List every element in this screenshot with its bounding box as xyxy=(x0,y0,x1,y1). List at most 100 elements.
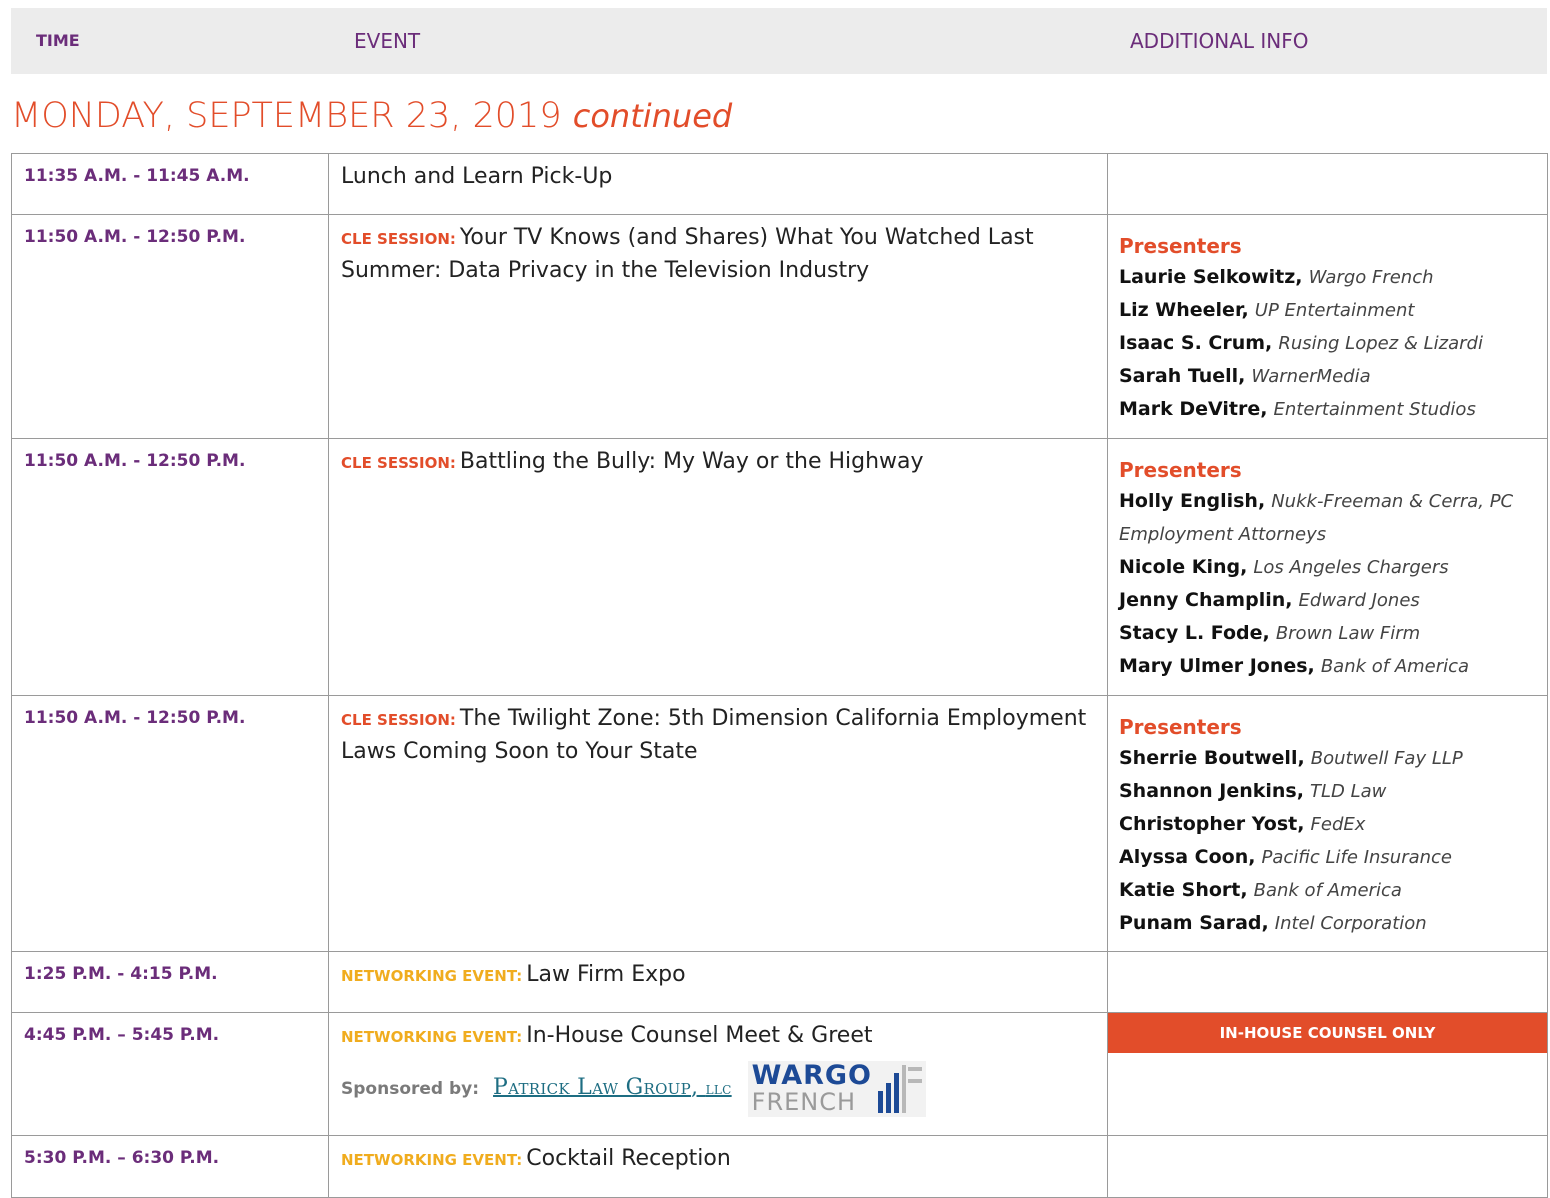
presenters-heading: Presenters xyxy=(1119,234,1242,258)
presenter-name: Nicole King, xyxy=(1119,556,1248,578)
day-continued: continued xyxy=(572,97,733,135)
header-time: TIME xyxy=(36,31,80,50)
presenter-org: Los Angeles Chargers xyxy=(1253,557,1449,578)
presenter-name: Mary Ulmer Jones, xyxy=(1119,655,1315,677)
info-cell xyxy=(1107,1135,1548,1198)
presenter-name: Jenny Champlin, xyxy=(1119,589,1293,611)
event-title: Lunch and Learn Pick-Up xyxy=(341,164,613,189)
time-cell: 1:25 P.M. - 4:15 P.M. xyxy=(11,951,329,1013)
cle-session-tag: CLE SESSION: xyxy=(341,711,456,729)
presenter: Jenny Champlin, Edward Jones xyxy=(1119,584,1535,617)
presenter-name: Katie Short, xyxy=(1119,879,1248,901)
event-title: Cocktail Reception xyxy=(526,1146,731,1171)
presenter-name: Holly English, xyxy=(1119,490,1266,512)
event-cell: NETWORKING EVENT: Cocktail Reception xyxy=(328,1135,1108,1198)
time-cell: 11:50 A.M. - 12:50 P.M. xyxy=(11,695,329,952)
presenter: Sarah Tuell, WarnerMedia xyxy=(1119,360,1535,393)
presenter-org: Intel Corporation xyxy=(1274,913,1427,934)
table-header-bar xyxy=(11,8,1547,74)
networking-event-tag: NETWORKING EVENT: xyxy=(341,1151,523,1169)
time-cell: 11:50 A.M. - 12:50 P.M. xyxy=(11,214,329,439)
time-cell: 5:30 P.M. – 6:30 P.M. xyxy=(11,1135,329,1198)
time-cell: 11:35 A.M. - 11:45 A.M. xyxy=(11,153,329,215)
table-row: 11:50 A.M. - 12:50 P.M. CLE SESSION: Your… xyxy=(11,214,1548,439)
in-house-counsel-only-badge: IN-HOUSE COUNSEL ONLY xyxy=(1107,1013,1548,1053)
presenter-org: Wargo French xyxy=(1308,267,1434,288)
presenter: Mary Ulmer Jones, Bank of America xyxy=(1119,650,1535,683)
patrick-law-group-logo: Patrick Law Group, LLC xyxy=(493,1075,732,1100)
networking-event-tag: NETWORKING EVENT: xyxy=(341,1028,523,1046)
presenter: Punam Sarad, Intel Corporation xyxy=(1119,907,1535,940)
schedule-table: 11:35 A.M. - 11:45 A.M. Lunch and Learn … xyxy=(11,153,1548,1198)
info-cell: Presenters Holly English, Nukk-Freeman &… xyxy=(1107,438,1548,696)
header-event: EVENT xyxy=(354,29,421,53)
presenter: Shannon Jenkins, TLD Law xyxy=(1119,775,1535,808)
presenter: Liz Wheeler, UP Entertainment xyxy=(1119,294,1535,327)
presenter-name: Alyssa Coon, xyxy=(1119,846,1256,868)
presenter-name: Sarah Tuell, xyxy=(1119,365,1246,387)
table-row: 11:50 A.M. - 12:50 P.M. CLE SESSION: The … xyxy=(11,695,1548,952)
presenter: Stacy L. Fode, Brown Law Firm xyxy=(1119,617,1535,650)
presenter-org: Rusing Lopez & Lizardi xyxy=(1278,333,1483,354)
presenter-name: Shannon Jenkins, xyxy=(1119,780,1304,802)
event-title: Battling the Bully: My Way or the Highwa… xyxy=(459,449,924,474)
presenter: Mark DeVitre, Entertainment Studios xyxy=(1119,393,1535,426)
presenters-heading: Presenters xyxy=(1119,458,1242,482)
event-cell: Lunch and Learn Pick-Up xyxy=(328,153,1108,215)
event-cell: NETWORKING EVENT: In-House Counsel Meet &… xyxy=(328,1012,1108,1136)
event-title: In-House Counsel Meet & Greet xyxy=(526,1023,873,1048)
presenter-org: Pacific Life Insurance xyxy=(1261,847,1453,868)
time-cell: 11:50 A.M. - 12:50 P.M. xyxy=(11,438,329,696)
presenter: Alyssa Coon, Pacific Life Insurance xyxy=(1119,841,1535,874)
table-row: 5:30 P.M. – 6:30 P.M. NETWORKING EVENT: C… xyxy=(11,1135,1548,1198)
info-cell xyxy=(1107,153,1548,215)
presenter-org: Edward Jones xyxy=(1298,590,1420,611)
presenter-name: Sherrie Boutwell, xyxy=(1119,747,1305,769)
presenter-org: TLD Law xyxy=(1310,781,1387,802)
wargo-french-logo: WARGO FRENCH xyxy=(747,1061,927,1117)
presenter-org: WarnerMedia xyxy=(1251,366,1371,387)
info-cell: Presenters Sherrie Boutwell, Boutwell Fa… xyxy=(1107,695,1548,952)
info-cell: IN-HOUSE COUNSEL ONLY xyxy=(1107,1012,1548,1136)
sponsored-by-label: Sponsored by: xyxy=(341,1079,480,1099)
table-row: 11:35 A.M. - 11:45 A.M. Lunch and Learn … xyxy=(11,153,1548,215)
presenter-name: Isaac S. Crum, xyxy=(1119,332,1273,354)
table-row: 4:45 P.M. – 5:45 P.M. NETWORKING EVENT: I… xyxy=(11,1012,1548,1136)
presenter: Holly English, Nukk-Freeman & Cerra, PC … xyxy=(1119,485,1535,551)
wargo-bars-icon xyxy=(878,1065,923,1113)
presenter-org: UP Entertainment xyxy=(1254,300,1415,321)
cle-session-tag: CLE SESSION: xyxy=(341,230,456,248)
presenter-org: Entertainment Studios xyxy=(1273,399,1476,420)
presenter: Isaac S. Crum, Rusing Lopez & Lizardi xyxy=(1119,327,1535,360)
presenter-name: Christopher Yost, xyxy=(1119,813,1305,835)
presenters-heading: Presenters xyxy=(1119,715,1242,739)
presenter-org: Bank of America xyxy=(1253,880,1402,901)
presenter-org: FedEx xyxy=(1310,814,1366,835)
presenter-name: Mark DeVitre, xyxy=(1119,398,1268,420)
event-cell: NETWORKING EVENT: Law Firm Expo xyxy=(328,951,1108,1013)
presenter-name: Stacy L. Fode, xyxy=(1119,622,1270,644)
presenter: Laurie Selkowitz, Wargo French xyxy=(1119,261,1535,294)
presenter-name: Punam Sarad, xyxy=(1119,912,1269,934)
time-cell: 4:45 P.M. – 5:45 P.M. xyxy=(11,1012,329,1136)
networking-event-tag: NETWORKING EVENT: xyxy=(341,967,523,985)
presenter-org: Brown Law Firm xyxy=(1275,623,1421,644)
presenter-name: Laurie Selkowitz, xyxy=(1119,266,1303,288)
day-title: MONDAY, SEPTEMBER 23, 2019 xyxy=(11,96,562,136)
cle-session-tag: CLE SESSION: xyxy=(341,454,456,472)
event-cell: CLE SESSION: The Twilight Zone: 5th Dimen… xyxy=(328,695,1108,952)
presenter-name: Liz Wheeler, xyxy=(1119,299,1249,321)
info-cell: Presenters Laurie Selkowitz, Wargo Frenc… xyxy=(1107,214,1548,439)
presenter: Katie Short, Bank of America xyxy=(1119,874,1535,907)
presenter-org: Bank of America xyxy=(1320,656,1470,677)
table-row: 11:50 A.M. - 12:50 P.M. CLE SESSION: Batt… xyxy=(11,438,1548,696)
event-title: Law Firm Expo xyxy=(526,962,686,987)
table-row: 1:25 P.M. - 4:15 P.M. NETWORKING EVENT: L… xyxy=(11,951,1548,1013)
presenter: Christopher Yost, FedEx xyxy=(1119,808,1535,841)
event-cell: CLE SESSION: Your TV Knows (and Shares) W… xyxy=(328,214,1108,439)
presenter: Sherrie Boutwell, Boutwell Fay LLP xyxy=(1119,742,1535,775)
info-cell xyxy=(1107,951,1548,1013)
sponsors: Sponsored by: Patrick Law Group, LLC WAR… xyxy=(341,1061,1095,1117)
header-additional-info: ADDITIONAL INFO xyxy=(1130,29,1309,53)
presenter-org: Boutwell Fay LLP xyxy=(1310,748,1463,769)
